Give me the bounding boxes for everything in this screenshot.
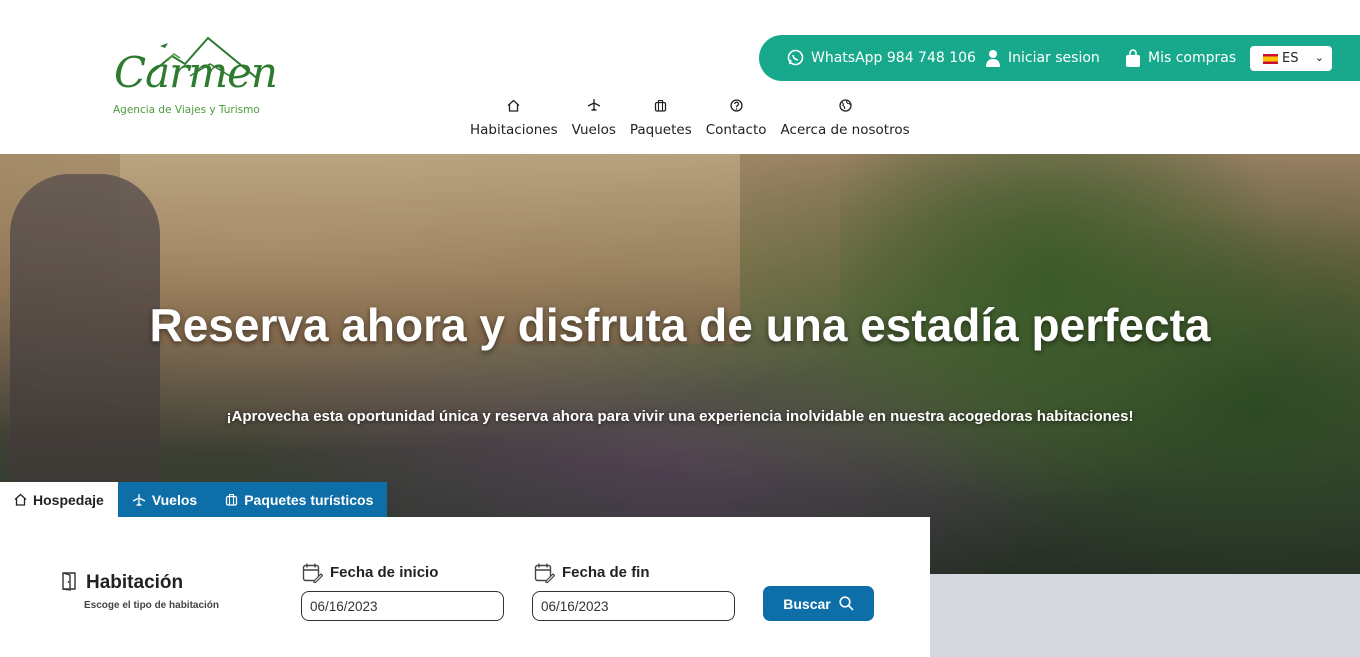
nav-label: Habitaciones — [470, 122, 558, 138]
room-type-selector[interactable]: Habitación — [60, 571, 183, 595]
end-date-text: Fecha de fin — [562, 564, 650, 581]
hero-title: Reserva ahora y disfruta de una estadía … — [149, 299, 1211, 351]
question-circle-icon — [729, 96, 743, 114]
hero-subtitle: ¡Aprovecha esta oportunidad única y rese… — [226, 408, 1134, 425]
nav-label: Paquetes — [629, 122, 692, 138]
login-link[interactable]: Iniciar sesion — [985, 49, 1100, 67]
nav-label: Acerca de nosotros — [780, 122, 910, 138]
whatsapp-label: WhatsApp 984 748 106 — [811, 49, 976, 66]
spain-flag-icon — [1263, 53, 1278, 64]
purchases-label: Mis compras — [1148, 50, 1237, 66]
top-contact-bar: WhatsApp 984 748 106 Iniciar sesion Mis … — [759, 35, 1360, 81]
language-value: ES — [1282, 51, 1299, 66]
start-date-text: Fecha de inicio — [330, 564, 439, 581]
tab-label: Vuelos — [151, 491, 198, 508]
calendar-edit-icon — [534, 562, 555, 583]
nav-label: Contacto — [705, 122, 767, 138]
logo-tagline: Agencia de Viajes y Turismo — [113, 104, 260, 116]
booking-tabs: Hospedaje Vuelos Paquetes turísticos — [0, 482, 388, 517]
logo[interactable]: Carmen Agencia de Viajes y Turismo — [110, 34, 278, 124]
main-nav: Habitaciones Vuelos Paquetes Contacto Ac… — [470, 96, 924, 138]
tab-label: Hospedaje — [33, 491, 104, 508]
whatsapp-link[interactable]: WhatsApp 984 748 106 — [787, 49, 976, 66]
room-subtitle: Escoge el tipo de habitación — [84, 600, 220, 611]
airplane-icon — [587, 96, 601, 114]
globe-icon — [838, 96, 852, 114]
suitcase-icon — [654, 96, 667, 114]
nav-item-vuelos[interactable]: Vuelos — [572, 96, 616, 138]
purchases-link[interactable]: Mis compras — [1125, 49, 1236, 67]
suitcase-icon — [225, 493, 238, 506]
search-button-label: Buscar — [783, 595, 831, 612]
home-icon — [507, 96, 520, 114]
end-date-input[interactable] — [532, 591, 735, 621]
site-header: Carmen Agencia de Viajes y Turismo Whats… — [0, 0, 1360, 154]
nav-item-paquetes[interactable]: Paquetes — [630, 96, 692, 138]
search-button[interactable]: Buscar — [763, 586, 874, 621]
user-icon — [985, 49, 1001, 67]
start-date-label: Fecha de inicio — [302, 562, 438, 583]
airplane-icon — [132, 493, 146, 507]
tab-label: Paquetes turísticos — [244, 491, 374, 508]
nav-label: Vuelos — [571, 122, 616, 138]
nav-item-acerca[interactable]: Acerca de nosotros — [781, 96, 910, 138]
room-title: Habitación — [86, 572, 184, 593]
nav-item-habitaciones[interactable]: Habitaciones — [470, 96, 558, 138]
start-date-input[interactable] — [301, 591, 504, 621]
logo-wordmark: Carmen — [114, 48, 278, 97]
tab-hospedaje[interactable]: Hospedaje — [0, 482, 118, 517]
home-icon — [14, 493, 27, 506]
whatsapp-icon — [787, 49, 804, 66]
door-icon — [60, 571, 78, 595]
nav-item-contacto[interactable]: Contacto — [706, 96, 767, 138]
tab-paquetes[interactable]: Paquetes turísticos — [211, 482, 388, 517]
chevron-down-icon: ⌄ — [1314, 51, 1324, 64]
search-icon — [839, 596, 854, 611]
shopping-bag-icon — [1125, 49, 1141, 67]
language-select[interactable]: ES ⌄ — [1250, 46, 1332, 71]
calendar-edit-icon — [302, 562, 323, 583]
end-date-label: Fecha de fin — [534, 562, 650, 583]
tab-vuelos[interactable]: Vuelos — [117, 482, 212, 517]
login-label: Iniciar sesion — [1008, 50, 1100, 66]
background-strip — [930, 574, 1360, 657]
